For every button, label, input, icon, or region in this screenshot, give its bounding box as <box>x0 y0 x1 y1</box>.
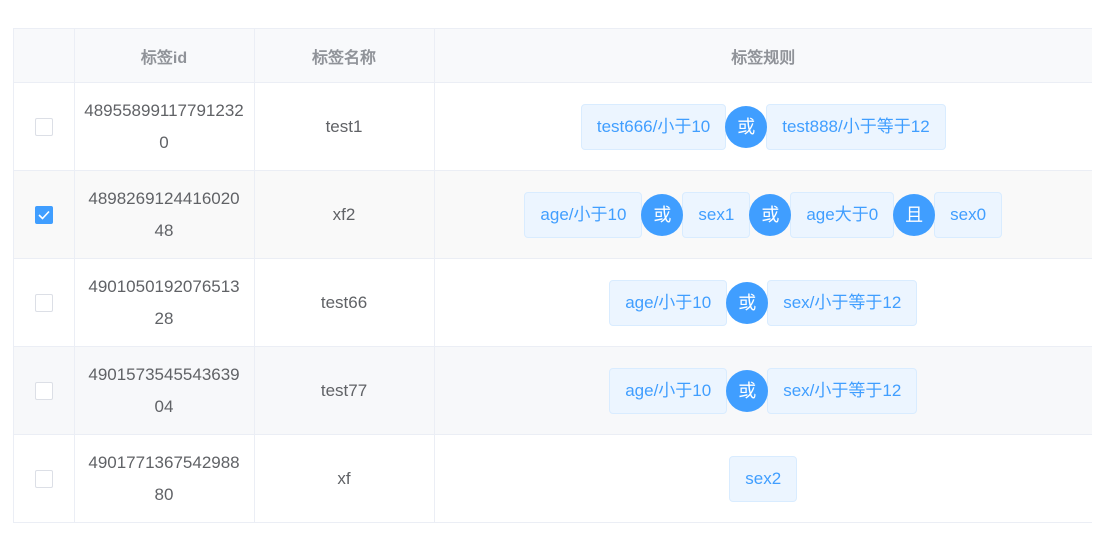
tag-name: test66 <box>320 292 368 312</box>
tag-id: 489558991177912320 <box>84 100 244 152</box>
table-body: 489558991177912320 test1 test666/小于10 或 te… <box>14 82 1093 523</box>
tag-id: 490157354554363904 <box>88 364 240 416</box>
header-tag-name: 标签名称 <box>254 29 435 83</box>
table-row[interactable]: 490157354554363904 test77 age/小于10 或 sex/小… <box>14 346 1093 435</box>
tag-id-cell: 489826912441602048 <box>74 170 255 259</box>
table-header: 标签id 标签名称 标签规则 <box>14 29 1092 83</box>
table-row[interactable]: 489826912441602048 xf2 age/小于10 或 sex1 或 age… <box>14 170 1093 259</box>
tag-rule-cell: test666/小于10 或 test888/小于等于12 <box>434 82 1093 171</box>
logic-operator-badge[interactable]: 或 <box>749 193 792 236</box>
row-checkbox[interactable] <box>34 206 53 225</box>
rule-tag: test666/小于10 <box>580 103 727 150</box>
table-row[interactable]: 490105019207651328 test66 age/小于10 或 sex/小… <box>14 258 1093 347</box>
tag-name-cell: xf2 <box>254 170 435 259</box>
tag-name-cell: xf <box>254 434 435 522</box>
row-checkbox[interactable] <box>34 382 53 401</box>
header-tag-rule: 标签规则 <box>434 29 1092 83</box>
rule-tag: age/小于10 <box>609 279 728 326</box>
select-cell <box>14 434 75 522</box>
row-checkbox[interactable] <box>34 470 53 489</box>
tag-name: xf2 <box>332 204 356 224</box>
rule-tag: age/小于10 <box>609 367 728 414</box>
rule-tag: sex/小于等于12 <box>767 279 918 326</box>
tag-name-cell: test66 <box>254 258 435 347</box>
tag-id: 490105019207651328 <box>88 276 240 328</box>
select-cell <box>14 346 75 435</box>
tag-name: xf <box>337 468 351 488</box>
header-select <box>14 29 75 83</box>
tag-name: test77 <box>320 380 368 400</box>
check-icon <box>38 210 50 220</box>
tag-rule-cell: age/小于10 或 sex1 或 age大于0 且 sex0 <box>434 170 1093 259</box>
tag-id-cell: 490105019207651328 <box>74 258 255 347</box>
tag-table-grid: 标签id 标签名称 标签规则 489558991177912320 test1 … <box>14 29 1092 522</box>
logic-operator-badge[interactable]: 或 <box>725 105 768 148</box>
rule-tag: sex0 <box>934 191 1003 238</box>
tag-rule-cell: age/小于10 或 sex/小于等于12 <box>434 258 1093 347</box>
tag-rule-cell: sex2 <box>434 435 1092 523</box>
tag-id-cell: 490157354554363904 <box>74 346 255 435</box>
tag-rule-cell: age/小于10 或 sex/小于等于12 <box>434 346 1093 435</box>
table-row[interactable]: 490177136754298880 xf sex2 <box>14 434 1092 523</box>
table-row[interactable]: 489558991177912320 test1 test666/小于10 或 te… <box>14 82 1093 171</box>
tag-id-cell: 490177136754298880 <box>74 434 255 522</box>
logic-operator-badge[interactable]: 且 <box>893 193 936 236</box>
rule-tag: sex1 <box>682 191 751 238</box>
rule-tag: sex/小于等于12 <box>767 367 918 414</box>
table-header-row: 标签id 标签名称 标签规则 <box>14 29 1092 83</box>
tag-table: 标签id 标签名称 标签规则 489558991177912320 test1 … <box>13 28 1092 523</box>
select-cell <box>14 258 75 347</box>
tag-name-cell: test77 <box>254 346 435 435</box>
select-cell <box>14 82 75 171</box>
rule-line: age/小于10 或 sex/小于等于12 <box>435 367 1093 414</box>
rule-line: sex2 <box>435 455 1093 502</box>
select-cell <box>14 170 75 259</box>
tag-id: 490177136754298880 <box>88 452 240 504</box>
tag-id-cell: 489558991177912320 <box>74 82 255 171</box>
logic-operator-badge[interactable]: 或 <box>726 281 769 324</box>
logic-operator-badge[interactable]: 或 <box>726 369 769 412</box>
rule-tag: age/小于10 <box>524 191 643 238</box>
rule-tag: age大于0 <box>790 191 895 238</box>
tag-name-cell: test1 <box>254 82 435 171</box>
row-checkbox[interactable] <box>34 118 53 137</box>
logic-operator-badge[interactable]: 或 <box>641 193 684 236</box>
header-tag-id: 标签id <box>74 29 255 83</box>
row-checkbox[interactable] <box>34 294 53 313</box>
rule-line: age/小于10 或 sex/小于等于12 <box>435 279 1093 326</box>
rule-line: test666/小于10 或 test888/小于等于12 <box>435 103 1093 150</box>
rule-tag: test888/小于等于12 <box>766 103 946 150</box>
tag-id: 489826912441602048 <box>88 188 240 240</box>
rule-line: age/小于10 或 sex1 或 age大于0 且 sex0 <box>435 191 1093 238</box>
rule-tag: sex2 <box>729 455 798 502</box>
tag-name: test1 <box>325 116 363 136</box>
